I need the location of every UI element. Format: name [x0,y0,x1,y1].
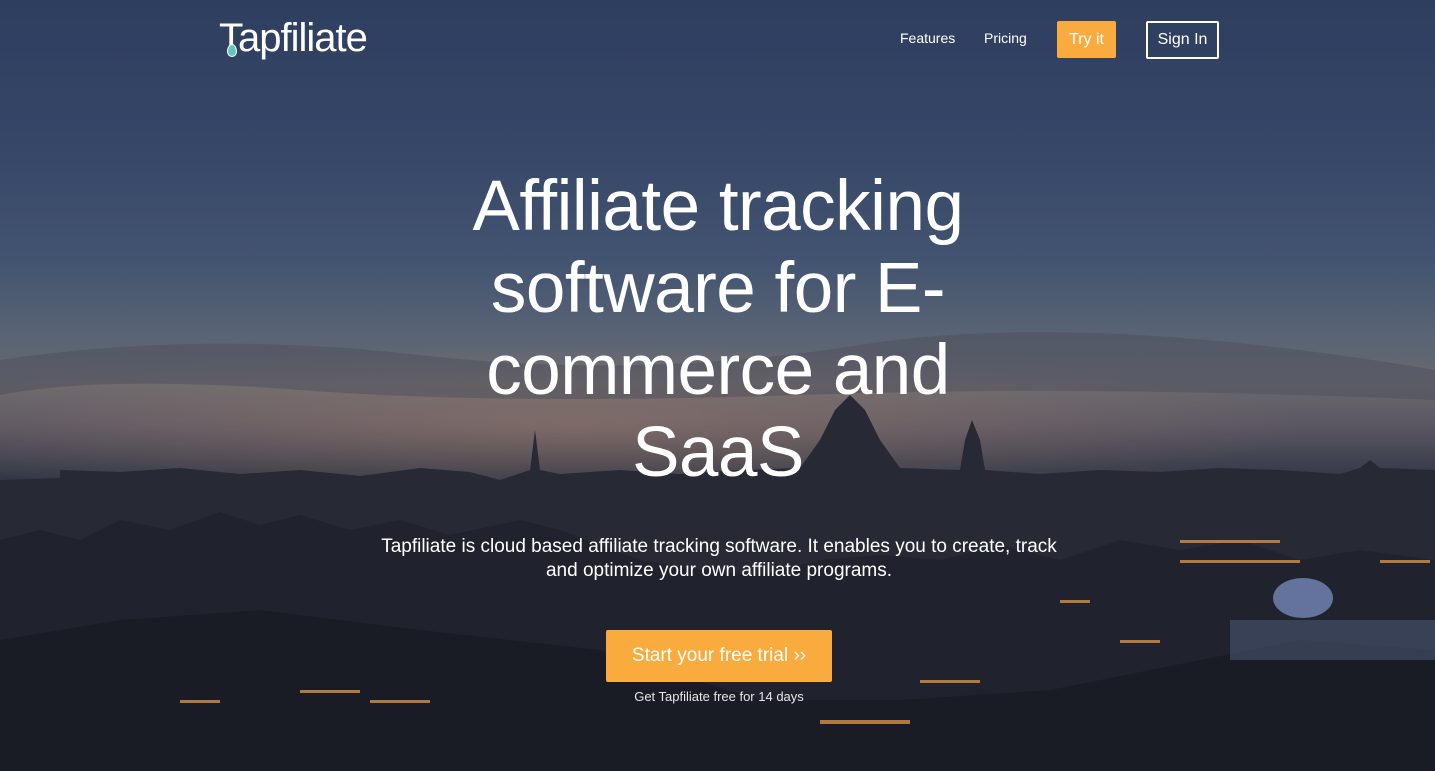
site-header: Tapfiliate Features Pricing Try it Sign … [0,0,1435,80]
hero-subtitle: Tapfiliate is cloud based affiliate trac… [381,536,1057,581]
free-trial-note: Get Tapfiliate free for 14 days [634,689,804,704]
sign-in-button[interactable]: Sign In [1146,21,1219,59]
nav-pricing-link[interactable]: Pricing [984,30,1027,46]
try-it-button[interactable]: Try it [1057,21,1116,58]
hero-title: Affiliate tracking software for E-commer… [472,167,964,492]
nav-features-link[interactable]: Features [900,30,955,46]
tapfiliate-logo[interactable]: Tapfiliate [219,14,368,62]
logo-text: Tapfiliate [219,16,368,60]
start-free-trial-button[interactable]: Start your free trial ›› [606,630,832,682]
logo-drop-icon [227,44,237,57]
